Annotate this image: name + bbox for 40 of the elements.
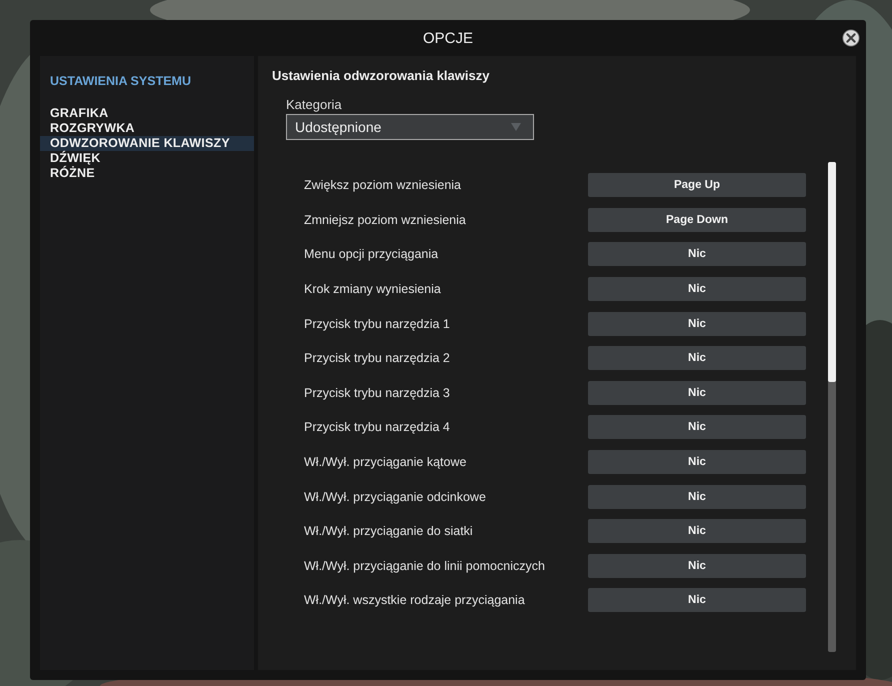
panel-title: Ustawienia odwzorowania klawiszy (272, 68, 490, 83)
key-binding-button[interactable]: Nic (588, 484, 806, 509)
window-title: OPCJE (422, 30, 473, 46)
key-binding-button[interactable]: Nic (588, 588, 806, 612)
action-label: Wł./Wył. wszystkie rodzaje przyciągania (304, 593, 526, 608)
key-binding-button[interactable]: Nic (588, 554, 806, 578)
caret-icon (511, 123, 521, 131)
key-binding-button[interactable]: Nic (588, 346, 806, 370)
sidebar-item[interactable]: DŹWIĘK (40, 151, 254, 166)
action-label: Wł./Wył. przyciąganie do siatki (304, 524, 474, 538)
action-label: Krok zmiany wyniesienia (304, 282, 442, 296)
action-label: Wł./Wył. przyciąganie kątowe (304, 455, 468, 470)
action-label: Przycisk trybu narzędzia 3 (304, 386, 451, 400)
action-label: Menu opcji przyciągania (304, 247, 440, 262)
key-binding-button[interactable]: Nic (588, 519, 806, 544)
key-binding-button[interactable]: Page Down (588, 208, 806, 232)
scrollbar-thumb[interactable] (828, 162, 836, 382)
sidebar-item[interactable]: GRAFIKA (40, 106, 254, 121)
key-binding-button[interactable]: Nic (588, 380, 806, 405)
close-icon[interactable] (842, 29, 860, 47)
key-binding-button[interactable]: Nic (588, 277, 806, 302)
key-binding-button[interactable]: Page Up (588, 173, 806, 198)
action-label: Zwiększ poziom wzniesienia (304, 178, 462, 192)
sidebar-heading: USTAWIENIA SYSTEMU (49, 74, 192, 88)
sidebar-item[interactable]: ROZGRYWKA (40, 121, 254, 136)
sidebar-item[interactable]: ODWZOROWANIE KLAWISZY (40, 136, 254, 151)
category-dropdown[interactable]: Udostępnione (286, 114, 534, 140)
action-label: Zmniejsz poziom wzniesienia (304, 212, 467, 227)
action-label: Wł./Wył. przyciąganie do linii pomocniczych (304, 558, 546, 573)
action-label: Przycisk trybu narzędzia 2 (304, 351, 451, 366)
action-label: Wł./Wył. przyciąganie odcinkowe (304, 490, 487, 504)
key-binding-button[interactable]: Nic (588, 242, 806, 266)
key-binding-button[interactable]: Nic (588, 312, 806, 336)
action-label: Przycisk trybu narzędzia 4 (304, 420, 451, 434)
key-binding-button[interactable]: Nic (588, 415, 806, 440)
sidebar-item[interactable]: RÓŻNE (40, 166, 254, 181)
key-binding-button[interactable]: Nic (588, 450, 806, 474)
scrollbar[interactable] (828, 162, 836, 652)
field-label: Kategoria (286, 97, 343, 112)
action-label: Przycisk trybu narzędzia 1 (304, 316, 451, 331)
